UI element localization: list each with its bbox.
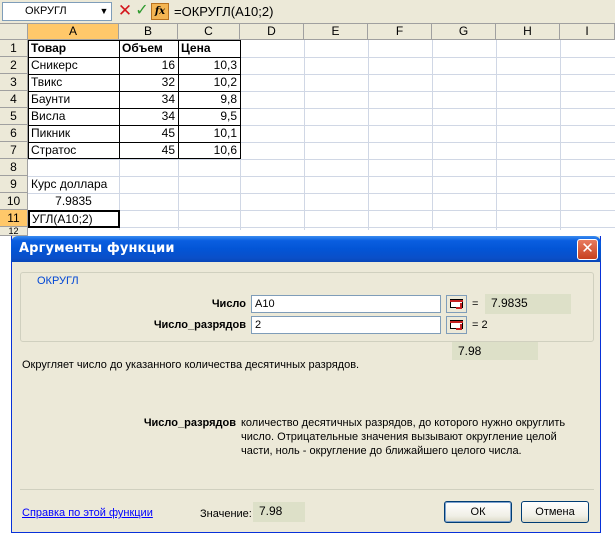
table-cell[interactable]: Сникерс [28, 57, 119, 74]
cancel-formula-icon[interactable]: ✕ [117, 1, 133, 21]
table-cell[interactable]: 9,5 [178, 108, 240, 125]
function-name-label: ОКРУГЛ [35, 275, 81, 287]
value-label: Значение: [200, 508, 252, 520]
table-cell[interactable]: 32 [119, 74, 178, 91]
result-preview: 7.98 [452, 342, 538, 360]
help-on-function-link[interactable]: Справка по этой функции [22, 507, 153, 519]
table-cell[interactable]: 16 [119, 57, 178, 74]
row-header-4[interactable]: 4 [0, 91, 28, 108]
row-header-1[interactable]: 1 [0, 40, 28, 57]
ok-button[interactable]: ОК [444, 501, 512, 523]
active-cell-a11[interactable]: УГЛ(A10;2) [28, 210, 120, 228]
formula-value: 7.98 [253, 502, 305, 522]
function-arguments-dialog: Аргументы функции ✕ ОКРУГЛ Число A10 = 7… [11, 236, 601, 533]
table-cell[interactable]: 10,6 [178, 142, 240, 159]
row-header-11[interactable]: 11 [0, 210, 28, 227]
col-header-d[interactable]: D [240, 24, 304, 40]
arg-result-digits: = 2 [472, 319, 488, 331]
table-cell[interactable]: Висла [28, 108, 119, 125]
col-header-a[interactable]: A [28, 24, 119, 40]
table-cell[interactable]: 45 [119, 125, 178, 142]
function-description: Округляет число до указанного количества… [22, 359, 360, 371]
row-header-7[interactable]: 7 [0, 142, 28, 159]
arg-label-digits: Число_разрядов [153, 319, 246, 331]
arg-help-line-1: количество десятичных разрядов, до котор… [241, 417, 566, 429]
collapse-dialog-icon[interactable] [446, 295, 467, 313]
formula-bar: ОКРУГЛ ▼ ✕ ✓ fx =ОКРУГЛ(A10;2) [0, 0, 615, 24]
table-cell[interactable]: 10,3 [178, 57, 240, 74]
row-header-10[interactable]: 10 [0, 193, 28, 210]
dialog-titlebar[interactable]: Аргументы функции ✕ [11, 236, 601, 262]
cell-a9[interactable]: Курс доллара [28, 176, 148, 193]
arg-help-label: Число_разрядов [143, 417, 236, 429]
row-header-12[interactable]: 12 [0, 227, 28, 236]
row-header-5[interactable]: 5 [0, 108, 28, 125]
function-groupbox: ОКРУГЛ Число A10 = 7.9835 Число_разрядов… [20, 272, 594, 342]
name-box-dropdown-icon[interactable]: ▼ [96, 2, 112, 21]
arg-equals: = [472, 298, 479, 310]
table-cell[interactable]: Стратос [28, 142, 119, 159]
table-cell[interactable]: 9,8 [178, 91, 240, 108]
row-header-6[interactable]: 6 [0, 125, 28, 142]
collapse-dialog-icon[interactable] [446, 316, 467, 334]
close-icon[interactable]: ✕ [577, 239, 598, 260]
table-cell[interactable]: 34 [119, 91, 178, 108]
row-header-2[interactable]: 2 [0, 57, 28, 74]
col-header-g[interactable]: G [432, 24, 496, 40]
cell-a1[interactable]: Товар [28, 40, 119, 57]
col-header-c[interactable]: C [178, 24, 240, 40]
table-cell[interactable]: 10,2 [178, 74, 240, 91]
col-header-e[interactable]: E [304, 24, 368, 40]
arg-input-number[interactable]: A10 [251, 295, 441, 313]
table-cell[interactable]: 45 [119, 142, 178, 159]
cell-c1[interactable]: Цена [178, 40, 240, 57]
row-header-8[interactable]: 8 [0, 159, 28, 176]
arg-help-line-2: число. Отрицательные значения вызывают о… [241, 431, 557, 443]
arg-help-line-3: части, ноль - округление до ближайшего ц… [241, 445, 522, 457]
col-header-b[interactable]: B [119, 24, 178, 40]
dialog-body: ОКРУГЛ Число A10 = 7.9835 Число_разрядов… [12, 262, 600, 532]
table-cell[interactable]: Баунти [28, 91, 119, 108]
enter-formula-icon[interactable]: ✓ [134, 1, 150, 21]
dialog-title: Аргументы функции [19, 241, 175, 256]
col-header-i[interactable]: I [560, 24, 615, 40]
arg-label-number: Число [211, 298, 246, 310]
col-header-f[interactable]: F [368, 24, 432, 40]
col-header-h[interactable]: H [496, 24, 560, 40]
formula-input[interactable]: =ОКРУГЛ(A10;2) [172, 2, 612, 21]
cell-b1[interactable]: Объем [119, 40, 178, 57]
table-cell[interactable]: Пикник [28, 125, 119, 142]
arg-result-number: 7.9835 [485, 294, 571, 314]
insert-function-icon[interactable]: fx [151, 3, 169, 20]
table-cell[interactable]: 10,1 [178, 125, 240, 142]
table-cell[interactable]: Твикс [28, 74, 119, 91]
cell-a10[interactable]: 7.9835 [28, 193, 119, 210]
row-header-3[interactable]: 3 [0, 74, 28, 91]
select-all-corner[interactable] [0, 24, 28, 40]
table-cell[interactable]: 34 [119, 108, 178, 125]
row-header-9[interactable]: 9 [0, 176, 28, 193]
arg-input-digits[interactable]: 2 [251, 316, 441, 334]
cancel-button[interactable]: Отмена [521, 501, 589, 523]
